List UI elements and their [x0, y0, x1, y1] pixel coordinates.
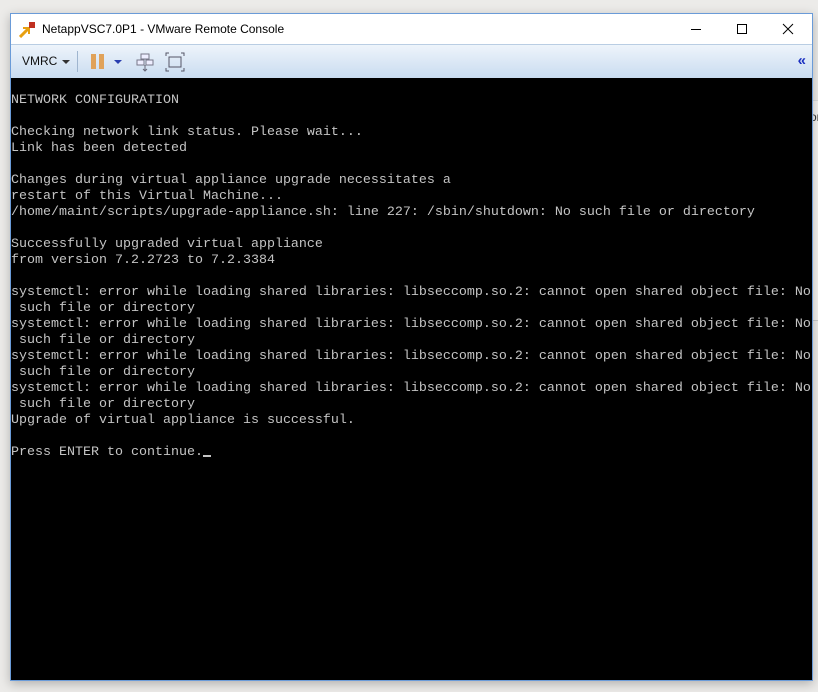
vmrc-app-icon — [19, 22, 35, 38]
console-line: Checking network link status. Please wai… — [11, 125, 363, 140]
console-line: systemctl: error while loading shared li… — [11, 285, 811, 300]
console-line: Changes during virtual appliance upgrade… — [11, 173, 451, 188]
console-line: Link has been detected — [11, 141, 187, 156]
vmrc-menu-label: VMRC — [22, 54, 58, 68]
close-icon — [782, 23, 794, 35]
console-line: such file or directory — [11, 365, 195, 380]
console-line: /home/maint/scripts/upgrade-appliance.sh… — [11, 205, 755, 220]
console-line: systemctl: error while loading shared li… — [11, 381, 811, 396]
maximize-icon — [737, 24, 747, 34]
toolbar-separator — [77, 51, 78, 72]
console-prompt-line: Press ENTER to continue. — [11, 445, 811, 461]
fullscreen-icon[interactable] — [165, 52, 185, 72]
vmrc-window: NetappVSC7.0P1 - VMware Remote Console V… — [10, 13, 813, 681]
console-output: NETWORK CONFIGURATION Checking network li… — [11, 93, 811, 461]
console-line: Upgrade of virtual appliance is successf… — [11, 413, 355, 428]
maximize-button[interactable] — [719, 14, 765, 44]
chevron-down-icon — [62, 59, 71, 64]
console-line: systemctl: error while loading shared li… — [11, 317, 811, 332]
text-cursor — [202, 455, 211, 457]
collapse-icon[interactable]: « — [798, 52, 806, 69]
title-bar[interactable]: NetappVSC7.0P1 - VMware Remote Console — [11, 14, 812, 44]
minimize-button[interactable] — [673, 14, 719, 44]
console-screen[interactable]: NETWORK CONFIGURATION Checking network li… — [11, 78, 812, 680]
vmrc-menu-button[interactable]: VMRC — [22, 54, 71, 68]
console-line: such file or directory — [11, 397, 195, 412]
console-line: such file or directory — [11, 301, 195, 316]
console-prompt: Press ENTER to continue. — [11, 445, 203, 460]
minimize-icon — [691, 29, 701, 30]
pause-icon[interactable] — [91, 54, 104, 69]
console-line: from version 7.2.2723 to 7.2.3384 — [11, 253, 275, 268]
console-line: NETWORK CONFIGURATION — [11, 93, 179, 108]
console-line: Successfully upgraded virtual appliance — [11, 237, 323, 252]
power-menu-chevron-icon[interactable] — [114, 60, 122, 64]
console-line: such file or directory — [11, 333, 195, 348]
window-title: NetappVSC7.0P1 - VMware Remote Console — [42, 22, 285, 36]
console-line: restart of this Virtual Machine... — [11, 189, 283, 204]
send-keys-icon[interactable] — [135, 52, 155, 72]
close-button[interactable] — [765, 14, 811, 44]
console-line: systemctl: error while loading shared li… — [11, 349, 811, 364]
toolbar: VMRC « — [11, 44, 812, 79]
